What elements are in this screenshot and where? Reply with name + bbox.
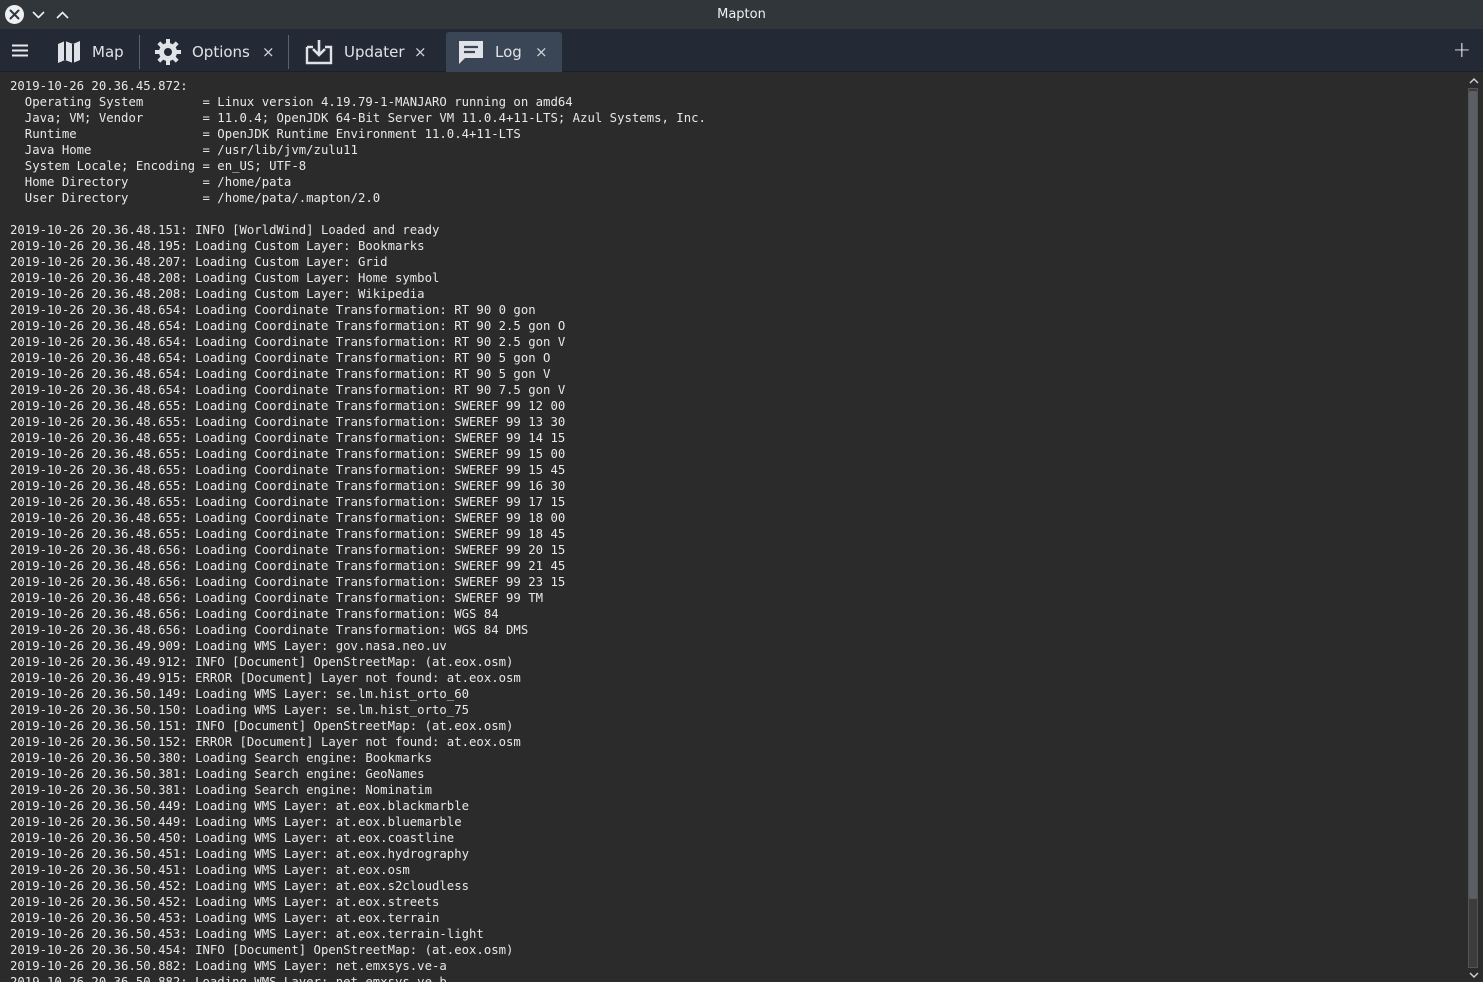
log-line: 2019-10-26 20.36.48.656: Loading Coordin… <box>10 591 544 605</box>
log-line: 2019-10-26 20.36.50.452: Loading WMS Lay… <box>10 895 440 909</box>
close-tab-updater-button[interactable]: × <box>414 43 427 61</box>
log-line: 2019-10-26 20.36.48.654: Loading Coordin… <box>10 351 551 365</box>
tab-options[interactable]: Options × <box>154 32 284 72</box>
log-line: 2019-10-26 20.36.48.655: Loading Coordin… <box>10 527 566 541</box>
log-line: 2019-10-26 20.36.50.150: Loading WMS Lay… <box>10 703 470 717</box>
close-tab-log-button[interactable]: × <box>535 43 548 61</box>
scroll-up-button[interactable] <box>1467 74 1480 86</box>
log-line: 2019-10-26 20.36.48.207: Loading Custom … <box>10 255 388 269</box>
log-line: 2019-10-26 20.36.48.656: Loading Coordin… <box>10 575 566 589</box>
log-line: 2019-10-26 20.36.48.656: Loading Coordin… <box>10 543 566 557</box>
log-line: 2019-10-26 20.36.48.208: Loading Custom … <box>10 287 425 301</box>
gear-icon <box>154 38 182 66</box>
log-line: 2019-10-26 20.36.48.656: Loading Coordin… <box>10 607 499 621</box>
log-line: 2019-10-26 20.36.48.195: Loading Custom … <box>10 239 425 253</box>
log-line: 2019-10-26 20.36.48.655: Loading Coordin… <box>10 431 566 445</box>
log-line: 2019-10-26 20.36.48.654: Loading Coordin… <box>10 367 551 381</box>
log-line: 2019-10-26 20.36.48.656: Loading Coordin… <box>10 623 529 637</box>
log-line: 2019-10-26 20.36.50.882: Loading WMS Lay… <box>10 959 447 973</box>
main-menu-button[interactable] <box>0 29 40 72</box>
log-line: 2019-10-26 20.36.48.654: Loading Coordin… <box>10 335 566 349</box>
log-line: 2019-10-26 20.36.49.909: Loading WMS Lay… <box>10 639 447 653</box>
tab-label: Log <box>495 43 522 61</box>
tab-bar: Map Options × Updater × Log × + <box>0 29 1483 72</box>
tab-map[interactable]: Map <box>56 32 136 72</box>
log-line: 2019-10-26 20.36.50.452: Loading WMS Lay… <box>10 879 470 893</box>
map-icon <box>56 39 82 65</box>
log-line: Java; VM; Vendor = 11.0.4; OpenJDK 64-Bi… <box>10 111 706 125</box>
log-line: 2019-10-26 20.36.48.151: INFO [WorldWind… <box>10 223 440 237</box>
log-line: 2019-10-26 20.36.48.655: Loading Coordin… <box>10 399 566 413</box>
log-line: Operating System = Linux version 4.19.79… <box>10 95 573 109</box>
new-tab-button[interactable]: + <box>1453 29 1471 72</box>
log-line: 2019-10-26 20.36.50.152: ERROR [Document… <box>10 735 521 749</box>
log-line: 2019-10-26 20.36.48.655: Loading Coordin… <box>10 415 566 429</box>
log-line: 2019-10-26 20.36.50.381: Loading Search … <box>10 767 425 781</box>
log-line: 2019-10-26 20.36.50.882: Loading WMS Lay… <box>10 975 447 982</box>
log-line: 2019-10-26 20.36.48.208: Loading Custom … <box>10 271 440 285</box>
tab-log[interactable]: Log × <box>446 32 562 72</box>
log-line: 2019-10-26 20.36.50.450: Loading WMS Lay… <box>10 831 455 845</box>
log-line: 2019-10-26 20.36.48.654: Loading Coordin… <box>10 303 536 317</box>
log-line: 2019-10-26 20.36.50.149: Loading WMS Lay… <box>10 687 470 701</box>
chevron-up-icon <box>1469 77 1478 83</box>
log-line: 2019-10-26 20.36.49.915: ERROR [Document… <box>10 671 521 685</box>
tab-label: Options <box>192 43 250 61</box>
hamburger-menu-icon <box>12 44 28 57</box>
log-line: 2019-10-26 20.36.48.655: Loading Coordin… <box>10 479 566 493</box>
log-line: 2019-10-26 20.36.48.654: Loading Coordin… <box>10 383 566 397</box>
close-tab-options-button[interactable]: × <box>262 43 275 61</box>
log-line: 2019-10-26 20.36.50.453: Loading WMS Lay… <box>10 927 484 941</box>
log-line: 2019-10-26 20.36.50.454: INFO [Document]… <box>10 943 514 957</box>
tab-label: Updater <box>344 43 405 61</box>
log-line: Home Directory = /home/pata <box>10 175 292 189</box>
tab-label: Map <box>92 43 124 61</box>
scroll-down-button[interactable] <box>1467 969 1480 981</box>
log-line: 2019-10-26 20.36.48.655: Loading Coordin… <box>10 447 566 461</box>
tab-separator <box>139 35 140 69</box>
log-line: 2019-10-26 20.36.48.656: Loading Coordin… <box>10 559 566 573</box>
log-line: Runtime = OpenJDK Runtime Environment 11… <box>10 127 521 141</box>
log-text-area[interactable]: 2019-10-26 20.36.45.872: Operating Syste… <box>0 73 1464 982</box>
chat-icon <box>457 38 485 66</box>
log-line: 2019-10-26 20.36.48.655: Loading Coordin… <box>10 495 566 509</box>
chevron-down-icon <box>1469 972 1478 978</box>
log-line: User Directory = /home/pata/.mapton/2.0 <box>10 191 381 205</box>
log-line: 2019-10-26 20.36.50.151: INFO [Document]… <box>10 719 514 733</box>
tab-separator <box>288 35 289 69</box>
tab-updater[interactable]: Updater × <box>304 32 438 72</box>
log-line: 2019-10-26 20.36.50.449: Loading WMS Lay… <box>10 815 462 829</box>
vertical-scrollbar[interactable] <box>1464 73 1483 982</box>
log-line: 2019-10-26 20.36.50.451: Loading WMS Lay… <box>10 863 410 877</box>
log-line: Java Home = /usr/lib/jvm/zulu11 <box>10 143 358 157</box>
log-line: 2019-10-26 20.36.48.655: Loading Coordin… <box>10 463 566 477</box>
log-line: 2019-10-26 20.36.49.912: INFO [Document]… <box>10 655 514 669</box>
download-icon <box>304 38 334 66</box>
window-titlebar: Mapton <box>0 0 1483 29</box>
log-line: 2019-10-26 20.36.50.381: Loading Search … <box>10 783 432 797</box>
log-line: 2019-10-26 20.36.50.453: Loading WMS Lay… <box>10 911 440 925</box>
scrollbar-thumb[interactable] <box>1469 91 1477 899</box>
log-line: System Locale; Encoding = en_US; UTF-8 <box>10 159 307 173</box>
log-line: 2019-10-26 20.36.50.380: Loading Search … <box>10 751 432 765</box>
log-line: 2019-10-26 20.36.50.451: Loading WMS Lay… <box>10 847 470 861</box>
log-line: 2019-10-26 20.36.50.449: Loading WMS Lay… <box>10 799 470 813</box>
log-line: 2019-10-26 20.36.48.654: Loading Coordin… <box>10 319 566 333</box>
window-title: Mapton <box>717 7 766 22</box>
log-line: 2019-10-26 20.36.48.655: Loading Coordin… <box>10 511 566 525</box>
log-line: 2019-10-26 20.36.45.872: <box>10 79 188 93</box>
